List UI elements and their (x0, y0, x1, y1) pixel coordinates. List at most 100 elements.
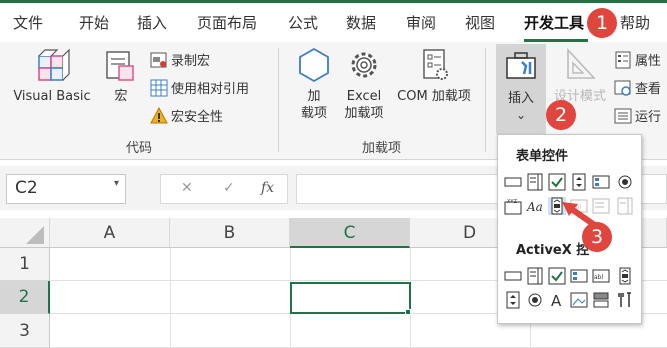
addins-button[interactable]: 加 载项 (292, 46, 336, 122)
title-bar-accent (0, 0, 667, 3)
macro-security-label: 宏安全性 (171, 110, 224, 125)
tab-review[interactable]: 审阅 (406, 12, 436, 33)
excel-addins-button[interactable]: Excel 加载项 (338, 46, 390, 122)
svg-text:Aa: Aa (526, 200, 543, 214)
form-controls-heading: 表单控件 (516, 149, 569, 164)
macros-button[interactable]: 宏 (100, 46, 142, 105)
excel-addins-label-line2: 加载项 (344, 106, 384, 121)
step-badge-2: 2 (546, 100, 576, 130)
tab-page-layout[interactable]: 页面布局 (197, 12, 257, 33)
macro-icon (106, 51, 134, 81)
row-header-1[interactable]: 1 (0, 248, 50, 281)
button-control-icon[interactable] (504, 173, 522, 191)
svg-text:abl: abl (594, 274, 603, 281)
select-all-corner[interactable] (0, 218, 50, 248)
view-code-label: 查看 (635, 82, 662, 97)
view-code-button[interactable]: 查看 (614, 78, 661, 97)
addins-label-line2: 载项 (300, 106, 327, 121)
select-all-triangle-icon (26, 226, 44, 244)
relative-reference-label: 使用相对引用 (171, 82, 250, 97)
activex-list-box-icon[interactable] (570, 267, 588, 285)
svg-text:XYZ: XYZ (507, 199, 517, 205)
name-box-value: C2 (15, 178, 38, 198)
addins-hexagon-icon (299, 47, 329, 83)
activex-image-icon[interactable] (570, 291, 588, 309)
spin-button-icon[interactable] (570, 173, 588, 191)
pointer-arrow-icon (562, 202, 599, 229)
activex-checkbox-icon[interactable] (548, 267, 566, 285)
tab-data[interactable]: 数据 (346, 12, 376, 33)
record-macro-button[interactable]: 录制宏 (150, 50, 210, 69)
com-addins-icon (423, 49, 448, 80)
group-box-icon[interactable]: XYZ (504, 197, 522, 215)
label-control-icon[interactable]: Aa (526, 197, 544, 215)
row-header-2[interactable]: 2 (0, 281, 50, 314)
name-box-dropdown-icon[interactable]: ▾ (114, 178, 119, 189)
tab-file[interactable]: 文件 (13, 12, 43, 33)
gear-icon (351, 52, 377, 78)
cancel-icon[interactable]: ✕ (181, 180, 193, 196)
row-header-3[interactable]: 3 (0, 314, 50, 348)
checkbox-control-icon[interactable] (548, 173, 566, 191)
activex-controls-heading: ActiveX 控 (516, 243, 590, 258)
column-header-c[interactable]: C (290, 218, 410, 248)
macro-security-button[interactable]: 宏安全性 (150, 106, 223, 125)
tab-developer[interactable]: 开发工具 (524, 12, 584, 33)
run-dialog-label: 运行 (635, 110, 662, 125)
tab-formulas[interactable]: 公式 (288, 12, 318, 33)
option-button-icon[interactable] (616, 173, 634, 191)
group-separator (278, 48, 279, 152)
record-macro-icon (150, 51, 168, 69)
com-addins-button[interactable]: COM 加载项 (392, 46, 476, 105)
com-addins-label: COM 加载项 (397, 89, 471, 104)
fill-handle[interactable] (405, 309, 411, 315)
tab-home[interactable]: 开始 (79, 12, 109, 33)
activex-toggle-button-icon[interactable] (592, 291, 610, 309)
group-separator (485, 48, 486, 152)
column-header-a[interactable]: A (50, 218, 170, 248)
activex-scroll-bar-icon[interactable] (616, 267, 634, 285)
properties-button[interactable]: 属性 (614, 50, 661, 69)
properties-icon (614, 51, 632, 69)
properties-label: 属性 (635, 54, 662, 69)
toolbox-icon (506, 52, 536, 79)
more-controls-icon[interactable] (616, 291, 634, 309)
insert-controls-button[interactable]: 插入 ⌄ (496, 44, 546, 134)
use-relative-references-button[interactable]: 使用相对引用 (150, 78, 249, 97)
grid-line (170, 248, 171, 348)
chevron-down-icon: ⌄ (515, 108, 527, 122)
activex-label-icon[interactable]: A (548, 291, 566, 309)
run-dialog-icon (614, 107, 632, 125)
combo-box-icon[interactable] (526, 173, 544, 191)
tab-view[interactable]: 视图 (465, 12, 495, 33)
list-box-icon[interactable] (592, 173, 610, 191)
name-box[interactable]: C2 ▾ (6, 174, 126, 204)
code-group-label: 代码 (126, 141, 153, 156)
selected-cell-c2[interactable] (290, 282, 411, 314)
design-mode-button[interactable]: 设计模式 (550, 46, 610, 105)
enter-icon[interactable]: ✓ (223, 180, 235, 196)
warning-icon (150, 106, 168, 125)
tab-help[interactable]: 帮助 (620, 12, 650, 33)
svg-text:A: A (551, 292, 562, 309)
tab-insert[interactable]: 插入 (137, 12, 167, 33)
visual-basic-button[interactable]: Visual Basic (10, 46, 94, 105)
ribbon-tabs: 文件 开始 插入 页面布局 公式 数据 审阅 视图 开发工具 帮助 (0, 6, 667, 42)
formula-buttons: ✕ ✓ fx (160, 174, 288, 204)
column-header-b[interactable]: B (170, 218, 290, 248)
activex-combo-box-icon[interactable] (526, 267, 544, 285)
view-code-icon (614, 79, 632, 97)
activex-command-button-icon[interactable] (504, 267, 522, 285)
combo-drop-edit-icon[interactable] (616, 197, 634, 215)
activex-spin-button-icon[interactable] (504, 291, 522, 309)
insert-label: 插入 (507, 91, 534, 106)
activex-option-button-icon[interactable] (526, 291, 544, 309)
activex-text-box-icon[interactable]: abl (592, 267, 610, 285)
addins-group-label: 加载项 (362, 141, 402, 156)
excel-addins-label-line1: Excel (346, 89, 382, 104)
step-badge-1: 1 (587, 8, 617, 38)
insert-function-icon[interactable]: fx (261, 180, 274, 196)
relative-reference-icon (150, 79, 168, 97)
run-dialog-button[interactable]: 运行 (614, 106, 661, 125)
addins-label-line1: 加 (307, 89, 321, 104)
